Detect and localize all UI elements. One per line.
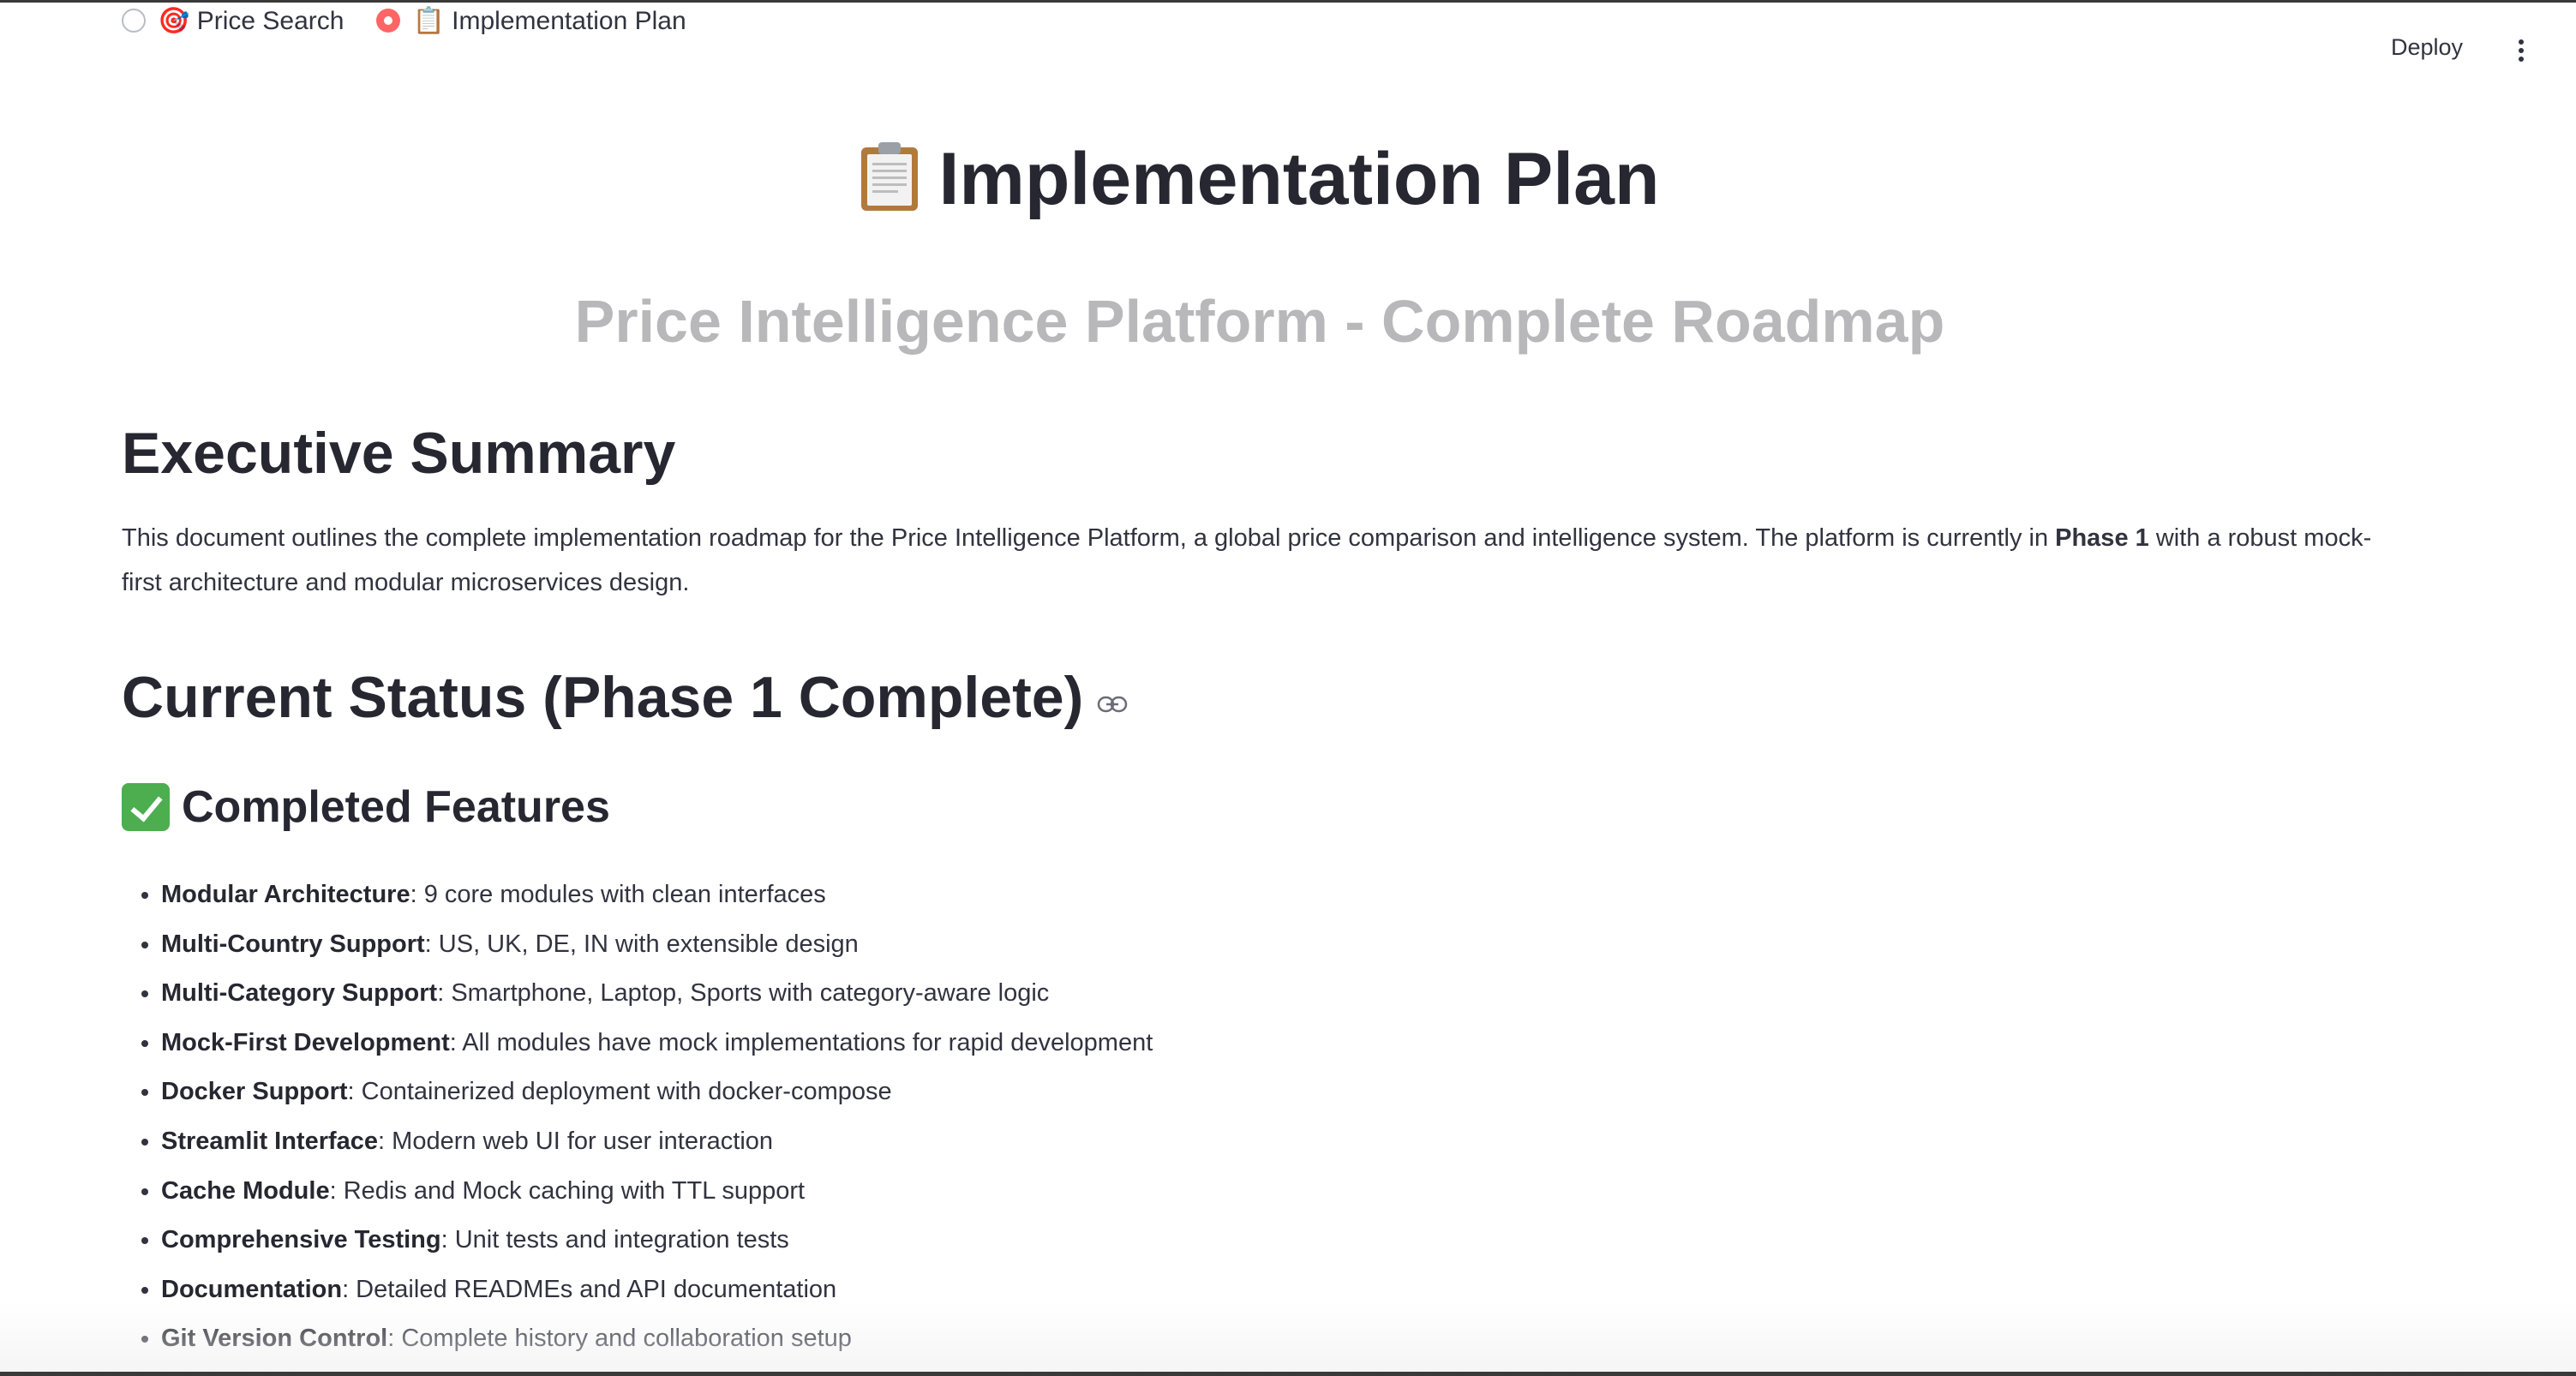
- radio-text-implementation-plan: Implementation Plan: [452, 6, 686, 35]
- completed-features-heading: Completed Features: [122, 781, 610, 833]
- feature-name: Documentation: [161, 1275, 343, 1303]
- feature-name: Git Version Control: [161, 1325, 388, 1353]
- feature-name: Streamlit Interface: [161, 1127, 379, 1155]
- list-item: Multi-Country Support: US, UK, DE, IN wi…: [161, 924, 1153, 973]
- feature-description: : All modules have mock implementations …: [449, 1028, 1153, 1056]
- feature-description: : US, UK, DE, IN with extensible design: [424, 930, 859, 958]
- feature-description: : Containerized deployment with docker-c…: [347, 1078, 892, 1106]
- target-emoji-icon: 🎯: [158, 6, 190, 35]
- vertical-ellipsis-icon[interactable]: [2515, 39, 2527, 65]
- radio-option-price-search[interactable]: 🎯 Price Search: [122, 6, 344, 36]
- page-title: Implementation Plan: [0, 137, 2519, 222]
- feature-name: Multi-Category Support: [161, 979, 438, 1008]
- list-item: Comprehensive Testing: Unit tests and in…: [161, 1219, 1153, 1269]
- list-item: Mock-First Development: All modules have…: [161, 1022, 1153, 1072]
- feature-description: : 9 core modules with clean interfaces: [410, 881, 826, 908]
- feature-description: : Redis and Mock caching with TTL suppor…: [329, 1176, 806, 1205]
- app-page: 🎯 Price Search 📋 Implementation Plan Dep…: [0, 0, 2576, 1376]
- feature-name: Multi-Country Support: [161, 930, 425, 958]
- list-item: Cache Module: Redis and Mock caching wit…: [161, 1170, 1153, 1220]
- feature-description: : Smartphone, Laptop, Sports with catego…: [437, 979, 1050, 1008]
- window-top-edge: [0, 0, 2576, 3]
- page-title-text: Implementation Plan: [938, 138, 1660, 220]
- executive-summary-heading: Executive Summary: [122, 421, 676, 486]
- feature-description: : Detailed READMEs and API documentation: [342, 1275, 837, 1303]
- feature-description: : Complete history and collaboration set…: [387, 1325, 852, 1353]
- page-subtitle: Price Intelligence Platform - Complete R…: [574, 288, 1945, 355]
- current-status-heading: Current Status (Phase 1 Complete): [122, 664, 1128, 731]
- feature-description: : Modern web UI for user interaction: [378, 1127, 774, 1155]
- clipboard-emoji-icon: 📋: [412, 6, 445, 35]
- feature-name: Mock-First Development: [161, 1028, 450, 1056]
- radio-label-price-search[interactable]: 🎯 Price Search: [158, 6, 344, 36]
- list-item: Git Version Control: Complete history an…: [161, 1318, 1153, 1367]
- list-item: Docker Support: Containerized deployment…: [161, 1071, 1153, 1121]
- completed-features-heading-text: Completed Features: [182, 782, 610, 832]
- feature-name: Docker Support: [161, 1078, 348, 1106]
- feature-name: Modular Architecture: [161, 881, 410, 908]
- summary-bold-phase: Phase 1: [2055, 524, 2149, 552]
- radio-label-implementation-plan[interactable]: 📋 Implementation Plan: [412, 6, 686, 36]
- list-item: Modular Architecture: 9 core modules wit…: [161, 874, 1153, 924]
- link-icon[interactable]: [1097, 695, 1128, 714]
- summary-text-part: This document outlines the complete impl…: [122, 524, 2056, 552]
- radio-option-implementation-plan[interactable]: 📋 Implementation Plan: [376, 6, 686, 36]
- check-mark-icon: [122, 783, 170, 831]
- radio-text-price-search: Price Search: [196, 6, 344, 35]
- clipboard-icon: [861, 142, 919, 211]
- deploy-button[interactable]: Deploy: [2391, 34, 2463, 61]
- current-status-heading-text: Current Status (Phase 1 Complete): [122, 665, 1084, 730]
- completed-features-list: Modular Architecture: 9 core modules wit…: [122, 874, 1153, 1367]
- radio-circle-checked[interactable]: [376, 9, 401, 33]
- list-item: Multi-Category Support: Smartphone, Lapt…: [161, 972, 1153, 1022]
- feature-name: Cache Module: [161, 1176, 330, 1205]
- list-item: Streamlit Interface: Modern web UI for u…: [161, 1121, 1153, 1170]
- feature-description: : Unit tests and integration tests: [440, 1226, 789, 1254]
- executive-summary-text: This document outlines the complete impl…: [122, 516, 2401, 605]
- page-selector-radio: 🎯 Price Search 📋 Implementation Plan: [122, 5, 719, 36]
- feature-name: Comprehensive Testing: [161, 1226, 441, 1254]
- radio-circle-unchecked[interactable]: [122, 9, 146, 33]
- list-item: Documentation: Detailed READMEs and API …: [161, 1269, 1153, 1319]
- window-bottom-edge: [0, 1372, 2576, 1376]
